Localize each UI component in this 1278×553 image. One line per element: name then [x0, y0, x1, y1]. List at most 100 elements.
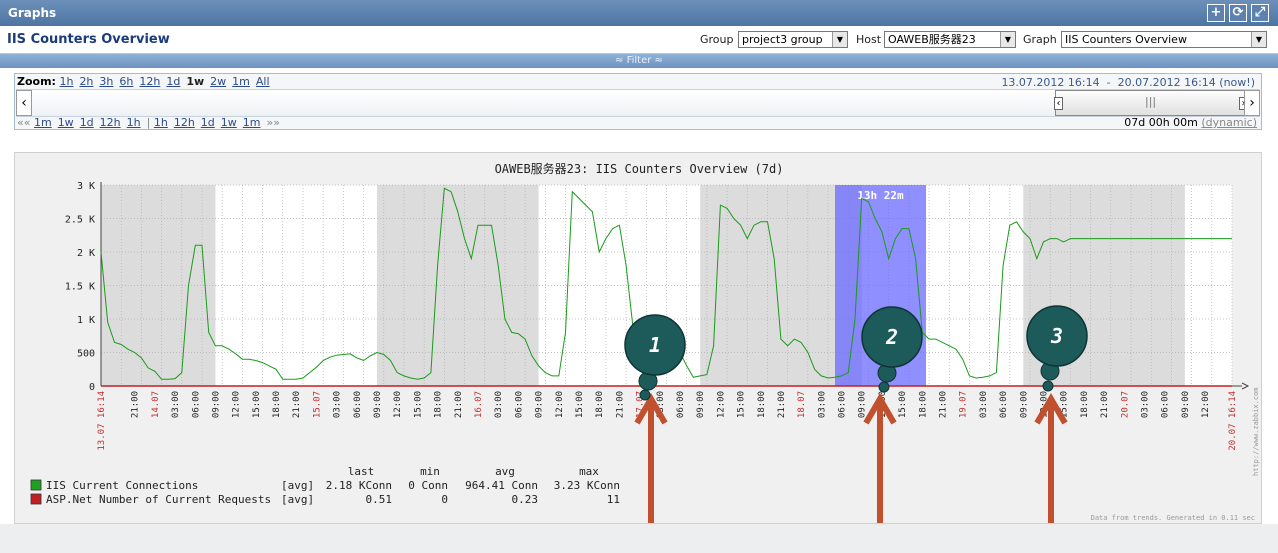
- x-tick-label: 21:00: [131, 391, 141, 418]
- graph-header: IIS Counters Overview Group project3 gro…: [0, 26, 1278, 54]
- legend-header: min: [420, 465, 440, 478]
- plus-icon[interactable]: +: [1207, 4, 1225, 22]
- legend-max: 11: [607, 493, 620, 506]
- marker-number: 3: [1050, 324, 1063, 348]
- legend-function: [avg]: [281, 479, 314, 492]
- x-tick-label: 20.07: [1120, 391, 1130, 418]
- x-tick-label: 15:00: [575, 391, 585, 418]
- x-tick-label: 12:00: [1201, 391, 1211, 418]
- nav-row: «« 1m 1w 1d 12h 1h | 1h 12h 1d 1w 1m»»: [17, 116, 280, 129]
- back-arrows: ««: [17, 116, 31, 129]
- y-tick-label: 0: [89, 382, 95, 393]
- zoom-option-0[interactable]: 1h: [59, 75, 73, 88]
- zoom-option-2[interactable]: 3h: [99, 75, 113, 88]
- x-tick-label: 06:00: [353, 391, 363, 418]
- window-titlebar: Graphs + ⟳ ⤢: [0, 0, 1278, 26]
- zoom-option-9[interactable]: All: [256, 75, 270, 88]
- forward-option-3[interactable]: 1w: [221, 116, 237, 129]
- scroll-left-icon[interactable]: ‹: [16, 90, 32, 116]
- x-tick-label: 18.07: [797, 391, 807, 418]
- filter-toggle[interactable]: ≈ Filter ≈: [0, 54, 1278, 68]
- zoom-option-1[interactable]: 2h: [79, 75, 93, 88]
- x-tick-label: 21:00: [939, 391, 949, 418]
- y-tick-label: 3 K: [77, 181, 95, 192]
- window-title: Graphs: [8, 6, 57, 20]
- forward-option-4[interactable]: 1m: [243, 116, 261, 129]
- back-option-0[interactable]: 1m: [34, 116, 52, 129]
- x-tick-label: 09:00: [1181, 391, 1191, 418]
- host-label: Host: [856, 33, 882, 46]
- x-tick-label: 09:00: [535, 391, 545, 418]
- scroll-right-icon[interactable]: ›: [1244, 90, 1260, 116]
- chevron-down-icon: ▼: [832, 32, 847, 47]
- zoom-row: Zoom: 1h 2h 3h 6h 12h 1d 1w 2w 1m All: [17, 75, 276, 88]
- graph-svg[interactable]: 05001 K1.5 K2 K2.5 K3 K13h 22mOAWEB服务器23…: [15, 153, 1263, 525]
- refresh-icon[interactable]: ⟳: [1229, 4, 1247, 22]
- zoom-option-5[interactable]: 1d: [166, 75, 180, 88]
- grip-icon: |||: [1145, 95, 1157, 108]
- x-tick-label: 14.07: [151, 391, 161, 418]
- x-tick-label: 21:00: [1100, 391, 1110, 418]
- zoom-label: Zoom:: [17, 75, 56, 88]
- marker-dot: [1042, 380, 1054, 392]
- period-text: 07d 00h 00m: [1124, 116, 1198, 129]
- zoom-option-4[interactable]: 12h: [139, 75, 160, 88]
- generated-note: Data from trends. Generated in 0.11 sec: [1091, 514, 1255, 522]
- x-tick-label: 21:00: [454, 391, 464, 418]
- zoom-option-6[interactable]: 1w: [186, 75, 204, 88]
- x-tick-label: 18:00: [918, 391, 928, 418]
- forward-option-2[interactable]: 1d: [201, 116, 215, 129]
- group-value: project3 group: [742, 33, 823, 46]
- forward-option-1[interactable]: 12h: [174, 116, 195, 129]
- back-option-4[interactable]: 1h: [127, 116, 141, 129]
- x-tick-label: 09:00: [1019, 391, 1029, 418]
- legend-min: 0 Conn: [408, 479, 448, 492]
- legend-header: max: [579, 465, 599, 478]
- x-tick-label: 03:00: [494, 391, 504, 418]
- y-tick-label: 2.5 K: [65, 215, 95, 226]
- x-tick-label: 18:00: [1080, 391, 1090, 418]
- x-tick-label: 03:00: [979, 391, 989, 418]
- forward-arrows: »»: [266, 116, 280, 129]
- x-tick-label: 15:00: [737, 391, 747, 418]
- zoom-option-7[interactable]: 2w: [210, 75, 226, 88]
- dynamic-link[interactable]: (dynamic): [1201, 116, 1257, 129]
- now-link[interactable]: (now!): [1219, 76, 1255, 89]
- graph-container: 0 500 1 K 1.5 K2 K 2.5 K3 K 13h 22m OAWEB服务器23…: [14, 152, 1262, 524]
- zoom-option-3[interactable]: 6h: [119, 75, 133, 88]
- legend-swatch: [30, 479, 42, 491]
- y-tick-label: 1 K: [77, 315, 95, 326]
- period-scrollbar[interactable]: ‹ ‹ ||| › ›: [16, 89, 1260, 117]
- x-tick-label: 21:00: [292, 391, 302, 418]
- legend-swatch: [30, 493, 42, 505]
- zoom-option-8[interactable]: 1m: [232, 75, 250, 88]
- x-tick-label: 18:00: [757, 391, 767, 418]
- legend-min: 0: [441, 493, 448, 506]
- forward-option-0[interactable]: 1h: [154, 116, 168, 129]
- x-tick-label: 19.07: [959, 391, 969, 418]
- back-option-2[interactable]: 1d: [80, 116, 94, 129]
- watermark-text: http://www.zabbix.com: [1252, 387, 1260, 476]
- x-tick-label: 15:00: [413, 391, 423, 418]
- host-select[interactable]: OAWEB服务器23 ▼: [884, 31, 1016, 48]
- x-tick-label: 12:00: [232, 391, 242, 418]
- graph-select[interactable]: IIS Counters Overview ▼: [1061, 31, 1267, 48]
- fullscreen-icon[interactable]: ⤢: [1251, 4, 1269, 22]
- y-tick-label: 500: [77, 349, 95, 360]
- forward-options: 1h 12h 1d 1w 1m: [154, 116, 267, 129]
- x-tick-label: 15:00: [252, 391, 262, 418]
- x-tick-label: 20.07 16:14: [1228, 391, 1238, 451]
- x-tick-label: 06:00: [676, 391, 686, 418]
- back-option-3[interactable]: 12h: [100, 116, 121, 129]
- date-from: 13.07.2012 16:14: [1001, 76, 1100, 89]
- x-tick-label: 03:00: [333, 391, 343, 418]
- group-select[interactable]: project3 group ▼: [738, 31, 848, 48]
- x-tick-label: 18:00: [272, 391, 282, 418]
- resize-left-handle-icon[interactable]: ‹: [1054, 97, 1063, 110]
- x-tick-label: 09:00: [211, 391, 221, 418]
- zoom-options: 1h 2h 3h 6h 12h 1d 1w 2w 1m All: [59, 75, 275, 88]
- y-tick-label: 2 K: [77, 248, 95, 259]
- scroll-thumb[interactable]: ‹ ||| ›: [1054, 90, 1248, 116]
- back-option-1[interactable]: 1w: [58, 116, 74, 129]
- footer-strip: [0, 524, 1278, 553]
